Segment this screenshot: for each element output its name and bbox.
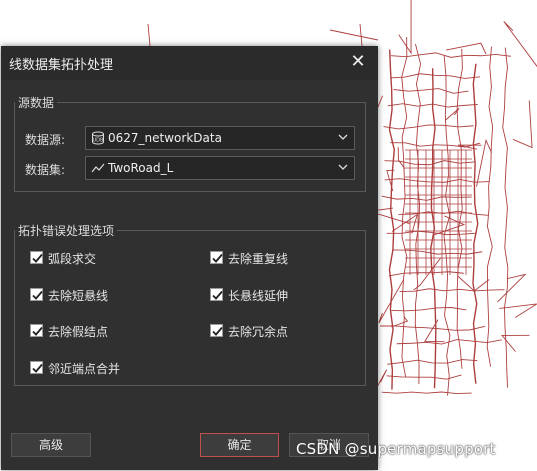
- advanced-button[interactable]: 高级: [11, 433, 91, 457]
- checkmark-icon: [212, 290, 223, 300]
- ok-button[interactable]: 确定: [200, 433, 279, 457]
- road-line: [386, 230, 477, 236]
- options-group-label: 拓扑错误处理选项: [15, 222, 118, 239]
- road-line: [393, 88, 469, 94]
- datasource-combobox[interactable]: UDB 0627_networkData: [85, 126, 355, 150]
- road-line: [383, 124, 474, 130]
- road-line: [503, 21, 537, 68]
- road-line: [398, 0, 412, 55]
- checkbox[interactable]: [210, 324, 223, 337]
- svg-text:UDB: UDB: [93, 138, 105, 144]
- road-line: [391, 307, 467, 312]
- road-line: [388, 49, 395, 390]
- dialog-titlebar: 线数据集拓扑处理 ✕: [1, 46, 378, 80]
- source-data-group-label: 源数据: [15, 94, 58, 111]
- datasource-value: 0627_networkData: [108, 131, 222, 145]
- option-label: 弧段求交: [48, 252, 97, 266]
- close-icon[interactable]: ✕: [348, 52, 368, 72]
- dataset-combobox[interactable]: TwoRoad_L: [85, 156, 355, 180]
- database-icon: UDB: [92, 131, 105, 145]
- checkbox[interactable]: [30, 251, 43, 264]
- road-line: [386, 374, 462, 380]
- checkbox[interactable]: [30, 361, 43, 374]
- option-label: 邻近端点合并: [48, 362, 121, 376]
- road-line: [387, 359, 478, 365]
- road-line: [512, 100, 533, 149]
- road-line: [359, 23, 363, 47]
- road-line: [486, 46, 494, 367]
- road-line: [424, 319, 445, 343]
- checkmark-icon: [32, 253, 43, 263]
- watermark: CSDN @supermapsupport: [296, 440, 496, 458]
- datasource-label: 数据源:: [25, 133, 66, 147]
- chevron-down-icon[interactable]: [338, 132, 348, 142]
- checkmark-icon: [32, 363, 43, 373]
- option-label: 去除冗余点: [228, 325, 289, 339]
- dialog-title: 线数据集拓扑处理: [9, 58, 114, 73]
- checkmark-icon: [212, 253, 223, 263]
- checkmark-icon: [212, 326, 223, 336]
- checkbox[interactable]: [210, 288, 223, 301]
- road-line: [390, 52, 511, 58]
- road-line: [497, 273, 527, 303]
- checkmark-icon: [32, 326, 43, 336]
- road-line: [391, 316, 409, 328]
- checkmark-icon: [32, 290, 43, 300]
- topology-dialog: 线数据集拓扑处理 ✕ 源数据 数据源: UDB 0627_networkData…: [1, 46, 378, 470]
- checkbox[interactable]: [210, 251, 223, 264]
- checkbox[interactable]: [30, 288, 43, 301]
- chevron-down-icon[interactable]: [338, 162, 348, 172]
- road-line: [472, 63, 479, 384]
- road-line: [329, 29, 379, 41]
- dataset-label: 数据集:: [25, 163, 66, 177]
- checkbox[interactable]: [30, 324, 43, 337]
- road-line: [430, 68, 437, 389]
- road-line: [445, 42, 487, 55]
- option-label: 去除重复线: [228, 252, 289, 266]
- road-line: [381, 391, 472, 395]
- road-line: [390, 73, 481, 79]
- option-label: 去除短悬线: [48, 289, 109, 303]
- road-line: [147, 23, 151, 47]
- option-label: 长悬线延伸: [228, 289, 289, 303]
- line-dataset-icon: [91, 163, 105, 173]
- option-label: 去除假结点: [48, 325, 109, 339]
- road-line: [386, 169, 395, 192]
- dataset-value: TwoRoad_L: [108, 161, 174, 175]
